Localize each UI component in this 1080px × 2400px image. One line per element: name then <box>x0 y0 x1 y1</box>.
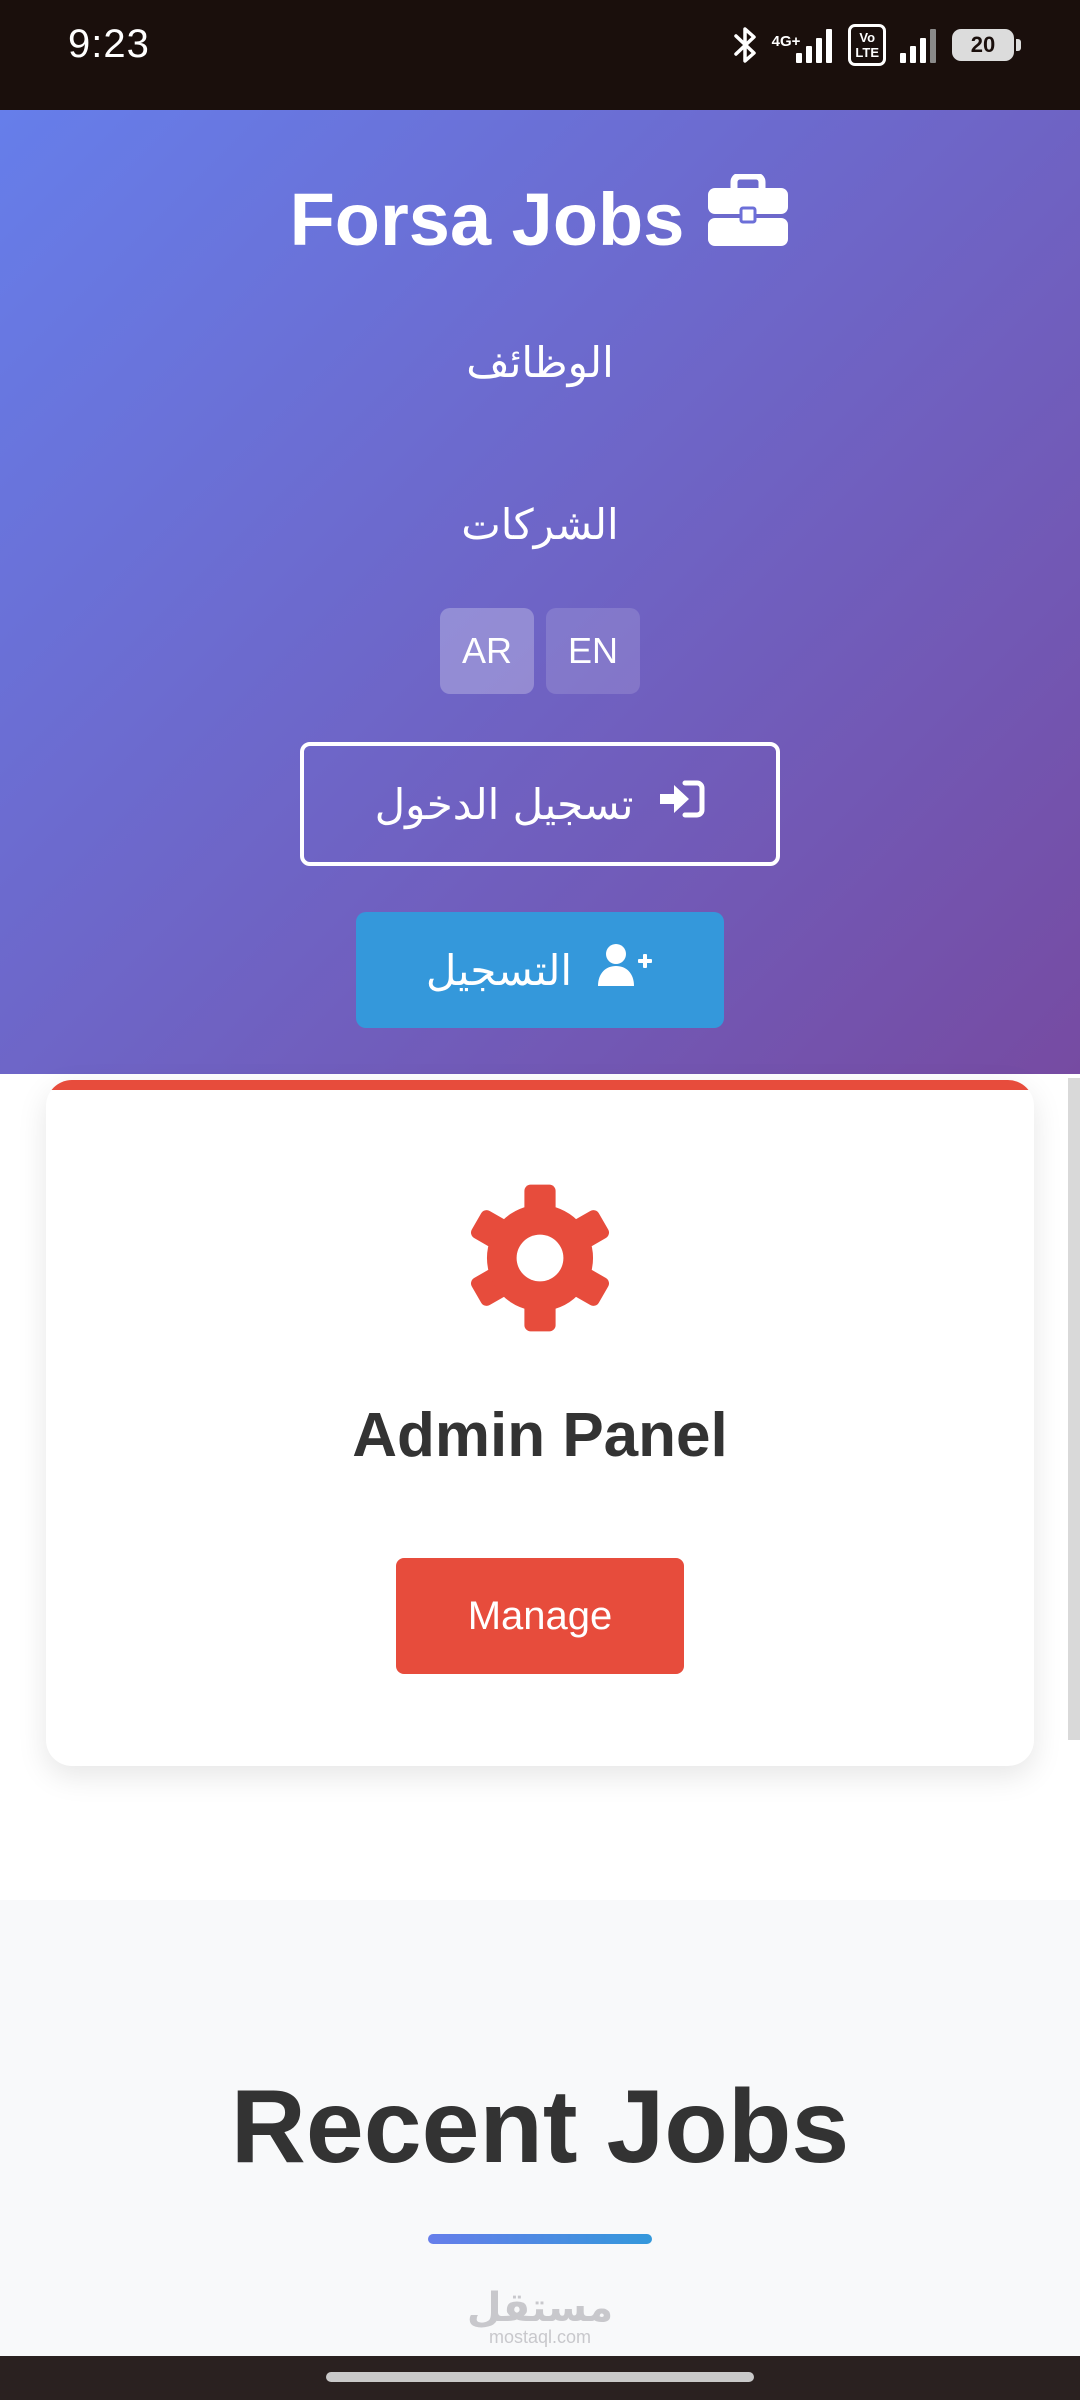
sign-in-icon <box>657 779 705 829</box>
signal-strength-icon-2 <box>898 27 940 63</box>
status-time: 9:23 <box>68 22 150 66</box>
recent-jobs-title: Recent Jobs <box>230 2069 850 2185</box>
status-icons: 4G+ Vo LTE 20 <box>732 24 1021 66</box>
gear-icon <box>462 1178 618 1342</box>
network-type-label: 4G+ <box>771 33 801 50</box>
signal-strength-icon <box>794 27 836 63</box>
login-button[interactable]: تسجيل الدخول <box>300 742 780 866</box>
language-button-en[interactable]: EN <box>546 608 640 694</box>
title-underline <box>428 2234 652 2244</box>
watermark-latin: mostaql.com <box>488 2327 592 2347</box>
brand-logo[interactable]: Forsa Jobs <box>0 172 1080 265</box>
system-navigation-bar <box>0 2356 1080 2400</box>
briefcase-icon <box>706 172 790 265</box>
brand-name: Forsa Jobs <box>289 178 685 261</box>
watermark-arabic: مستقل <box>466 2285 614 2331</box>
admin-panel-title: Admin Panel <box>352 1401 728 1470</box>
battery-icon: 20 <box>952 29 1021 61</box>
site-header: Forsa Jobs الوظائف الشركات AR EN تسجيل ا… <box>0 110 1080 1074</box>
manage-button[interactable]: Manage <box>396 1558 684 1674</box>
register-label: التسجيل <box>425 945 573 995</box>
language-button-ar[interactable]: AR <box>440 608 534 694</box>
watermark: مستقل mostaql.com <box>0 2288 1080 2346</box>
language-switcher: AR EN <box>0 608 1080 694</box>
admin-panel-card: Admin Panel Manage <box>46 1080 1034 1766</box>
login-label: تسجيل الدخول <box>374 779 634 829</box>
volte-label-bottom: LTE <box>855 45 879 60</box>
user-plus-icon <box>596 942 654 998</box>
recent-jobs-section: Recent Jobs مستقل mostaql.com <box>0 1900 1080 2356</box>
home-indicator[interactable] <box>326 2372 754 2382</box>
network-type-icon: 4G+ <box>772 27 837 63</box>
scrollbar[interactable] <box>1068 1078 1080 1740</box>
register-button[interactable]: التسجيل <box>356 912 724 1028</box>
volte-icon: Vo LTE <box>848 24 886 66</box>
nav-link-jobs[interactable]: الوظائف <box>0 338 1080 387</box>
bluetooth-icon <box>732 25 760 65</box>
status-bar: 9:23 4G+ Vo LTE 20 <box>0 0 1080 110</box>
nav-link-companies[interactable]: الشركات <box>0 500 1080 549</box>
volte-label-top: Vo <box>859 30 876 45</box>
admin-icon-wrap <box>46 1178 1034 1342</box>
